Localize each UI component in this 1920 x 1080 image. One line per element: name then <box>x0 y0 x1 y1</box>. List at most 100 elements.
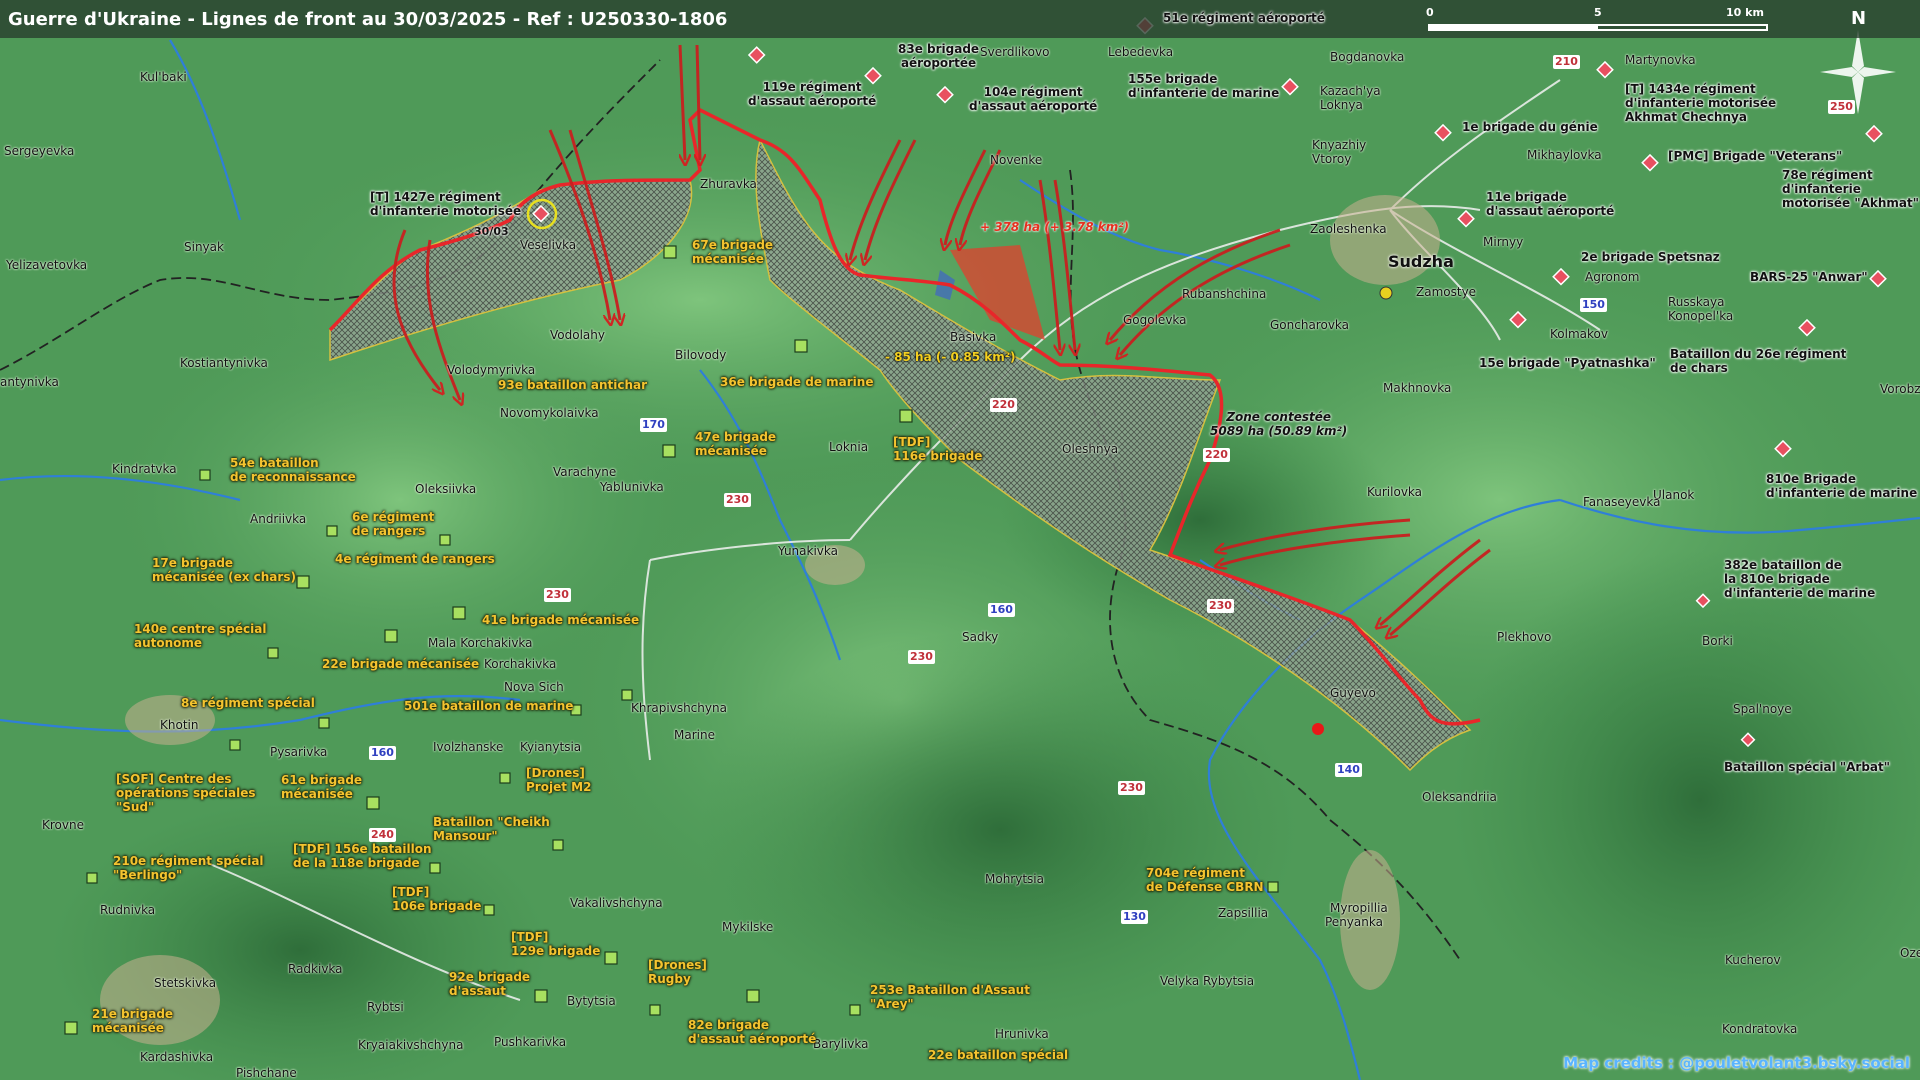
place-label: Sadky <box>962 630 999 644</box>
place-label: Oze <box>1900 946 1920 960</box>
place-label: Zaoleshenka <box>1310 222 1387 236</box>
town-sudzha[interactable]: Sudzha <box>1388 254 1454 270</box>
place-label: Sergeyevka <box>4 144 75 158</box>
place-label: Zapsillia <box>1218 906 1269 920</box>
ua-unit-label[interactable]: 22e bataillon spécial <box>928 1048 1068 1062</box>
ru-unit-label[interactable]: 1e brigade du génie <box>1462 120 1598 134</box>
road-number: 230 <box>1207 599 1234 613</box>
ru-unit-label[interactable]: 11e brigade d'assaut aéroporté <box>1486 190 1614 218</box>
ua-unit-label[interactable]: 21e brigade mécanisée <box>92 1007 173 1035</box>
place-label: Basivka <box>950 330 997 344</box>
ua-unit-label[interactable]: [Drones] Rugby <box>648 958 707 986</box>
ua-unit-label[interactable]: 210e régiment spécial "Berlingo" <box>113 854 264 882</box>
ua-unit-icon <box>439 534 451 546</box>
ru-unit-label[interactable]: [T] 1434e régiment d'infanterie motorisé… <box>1625 82 1776 124</box>
ua-unit-label[interactable]: 140e centre spécial autonome <box>134 622 266 650</box>
ru-unit-label[interactable]: 104e régiment d'assaut aéroporté <box>969 85 1097 113</box>
ru-unit-label[interactable]: 2e brigade Spetsnaz <box>1581 250 1720 264</box>
ru-unit-label[interactable]: 51e régiment aéroporté <box>1163 11 1325 25</box>
ua-unit-label[interactable]: [TDF] 116e brigade <box>893 435 982 463</box>
place-label: Radkivka <box>288 962 343 976</box>
ua-unit-label[interactable]: 4e régiment de rangers <box>335 552 495 566</box>
ua-unit-label[interactable]: 6e régiment de rangers <box>352 510 434 538</box>
ua-unit-label[interactable]: 17e brigade mécanisée (ex chars) <box>152 556 296 584</box>
gain-label: + 378 ha (+ 3.78 km²) <box>980 220 1130 234</box>
ua-unit-icon <box>86 872 98 884</box>
place-label: Zamostye <box>1416 285 1477 299</box>
ua-unit-label[interactable]: 47e brigade mécanisée <box>695 430 776 458</box>
north-label: N <box>1851 8 1867 29</box>
ua-unit-icon <box>1267 881 1279 893</box>
scale-fill <box>1430 26 1598 29</box>
ua-unit-icon <box>604 951 618 965</box>
ru-unit-label[interactable]: Bataillon du 26e régiment de chars <box>1670 347 1846 375</box>
road-number: 220 <box>990 398 1017 412</box>
ua-unit-label[interactable]: [TDF] 106e brigade <box>392 885 481 913</box>
place-label: Marine <box>674 728 715 742</box>
ua-unit-label[interactable]: [TDF] 156e bataillon de la 118e brigade <box>293 842 432 870</box>
ru-unit-label[interactable]: 15e brigade "Pyatnashka" <box>1479 356 1656 370</box>
ua-unit-label[interactable]: 61e brigade mécanisée <box>281 773 362 801</box>
place-label: Bytytsia <box>567 994 616 1008</box>
place-label: Vodolahy <box>550 328 605 342</box>
ru-unit-label[interactable]: 810e Brigade d'infanterie de marine <box>1766 472 1917 500</box>
place-label: Kardashivka <box>140 1050 214 1064</box>
ua-unit-label[interactable]: 36e brigade de marine <box>720 375 873 389</box>
ru-unit-label[interactable]: 155e brigade d'infanterie de marine <box>1128 72 1279 100</box>
place-label: Ivolzhanske <box>433 740 504 754</box>
ru-unit-label[interactable]: [T] 1427e régiment d'infanterie motorisé… <box>370 190 521 218</box>
road-number: 230 <box>724 493 751 507</box>
place-label: Oleshnya <box>1062 442 1119 456</box>
ua-unit-label[interactable]: 22e brigade mécanisée <box>322 657 479 671</box>
ua-unit-label[interactable]: 704e régiment de Défense CBRN <box>1146 866 1264 894</box>
map-credits[interactable]: Map credits : @pouletvolant3.bsky.social <box>1563 1054 1910 1072</box>
place-label: Mykilske <box>722 920 774 934</box>
ua-unit-label[interactable]: 93e bataillon antichar <box>498 378 647 392</box>
ua-unit-icon <box>663 245 677 259</box>
ua-unit-label[interactable]: [TDF] 129e brigade <box>511 930 600 958</box>
scale-tick: 5 <box>1594 6 1602 19</box>
place-label: Yunakivka <box>778 544 838 558</box>
place-label: Lebedevka <box>1108 45 1174 59</box>
ua-unit-label[interactable]: [Drones] Projet M2 <box>526 766 591 794</box>
ua-unit-label[interactable]: 54e bataillon de reconnaissance <box>230 456 356 484</box>
place-label: Novenke <box>990 153 1043 167</box>
place-label: antynivka <box>0 375 59 389</box>
ru-unit-label[interactable]: BARS-25 "Anwar" <box>1750 270 1868 284</box>
scale-tick: 0 <box>1426 6 1434 19</box>
place-label: Myropillia <box>1330 901 1388 915</box>
place-label: Kurilovka <box>1367 485 1423 499</box>
place-label: Pysarivka <box>270 745 328 759</box>
place-label: Plekhovo <box>1497 630 1552 644</box>
ua-unit-label[interactable]: 41e brigade mécanisée <box>482 613 639 627</box>
ua-unit-icon <box>296 575 310 589</box>
ua-unit-label[interactable]: [SOF] Centre des opérations spéciales "S… <box>116 772 256 814</box>
place-label: Khrapivshchyna <box>631 701 727 715</box>
ua-unit-label[interactable]: 501e bataillon de marine <box>404 699 573 713</box>
ua-unit-label[interactable]: Bataillon "Cheikh Mansour" <box>433 815 550 843</box>
ua-unit-label[interactable]: 67e brigade mécanisée <box>692 238 773 266</box>
place-label: Krovne <box>42 818 84 832</box>
terrain-map[interactable] <box>0 0 1920 1080</box>
ru-unit-label[interactable]: 382e bataillon de la 810e brigade d'infa… <box>1724 558 1875 600</box>
place-label: Khotin <box>160 718 199 732</box>
place-label: Kolmakov <box>1550 327 1608 341</box>
ru-unit-label[interactable]: 119e régiment d'assaut aéroporté <box>748 80 876 108</box>
ua-unit-label[interactable]: 253e Bataillon d'Assaut "Arey" <box>870 983 1030 1011</box>
place-label: Martynovka <box>1625 53 1696 67</box>
ru-unit-label[interactable]: 78e régiment d'infanterie motorisée "Akh… <box>1782 168 1919 210</box>
ua-unit-label[interactable]: 82e brigade d'assaut aéroporté <box>688 1018 816 1046</box>
ua-unit-label[interactable]: 92e brigade d'assaut <box>449 970 530 998</box>
place-label: Kindratvka <box>112 462 177 476</box>
ru-unit-label[interactable]: Bataillon spécial "Arbat" <box>1724 760 1890 774</box>
place-label: Stetskivka <box>154 976 217 990</box>
place-label: Velyka Rybytsia <box>1160 974 1255 988</box>
ru-unit-label[interactable]: [PMC] Brigade "Veterans" <box>1668 149 1842 163</box>
place-label: Veselivka <box>520 238 577 252</box>
ua-unit-icon <box>899 409 913 423</box>
place-label: Rubanshchina <box>1182 287 1267 301</box>
ru-unit-label[interactable]: 83e brigade aéroportée <box>898 42 979 70</box>
ua-unit-label[interactable]: 8e régiment spécial <box>181 696 315 710</box>
road-number: 230 <box>908 650 935 664</box>
place-label: Novomykolaivka <box>500 406 599 420</box>
